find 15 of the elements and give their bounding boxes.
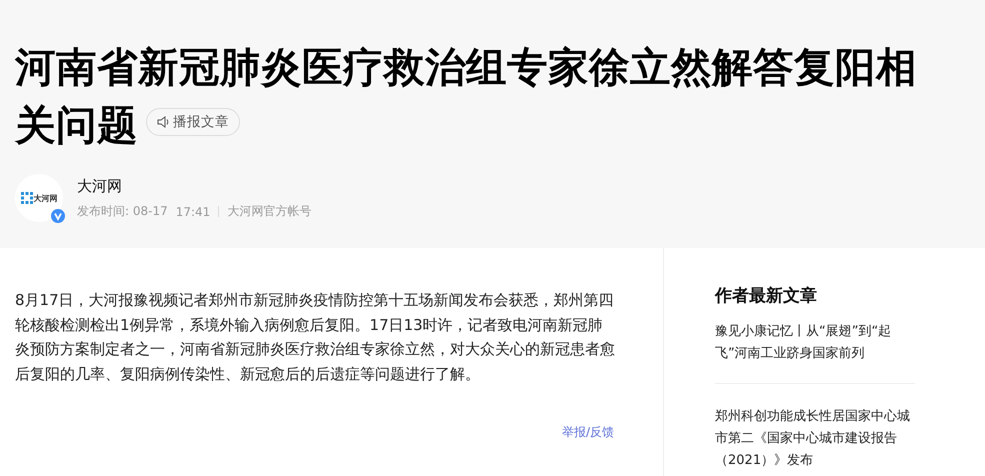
article-paragraph: 8月17日，大河报豫视频记者郑州市新冠肺炎疫情防控第十五场新闻发布会获悉，郑州第四轮核酸检测检出1例异常，系境外输入病例愈后复阳。17日13时许，记者致电河南新冠肺炎预防方案制定者之一，河南省新冠肺炎医疗救治组专家徐立然，对大众关心的新冠患者愈后复阳的几率、复阳病例传染性、新冠愈后的后遗症等问题进行了解。 [15,290,615,384]
account-label: 大河网官方帐号 [227,203,312,220]
grid-logo-icon [20,192,32,204]
publish-time: 17:41 [176,204,210,218]
listen-button[interactable]: 播报文章 [146,108,240,136]
article-link[interactable]: 郑州科创功能成长性居国家中心城市第二《国家中心城市建设报告（2021）》发布 [715,406,915,476]
article-title: 河南省新冠肺炎医疗救治组专家徐立然解答复阳相关问题 播报文章 [15,42,918,151]
sidebar-heading: 作者最新文章 [715,285,818,307]
article-link[interactable]: 豫见小康记忆丨从“展翅”到“起飞”河南工业跻身国家前列 [715,321,915,384]
logo-text: 大河网 [34,192,58,204]
author-name[interactable]: 大河网 [77,177,312,196]
speaker-icon [157,116,170,128]
publish-date: 发布时间: 08-17 [77,203,168,220]
report-link[interactable]: 举报/反馈 [562,424,614,441]
author-avatar[interactable]: 大河网 [15,174,63,222]
